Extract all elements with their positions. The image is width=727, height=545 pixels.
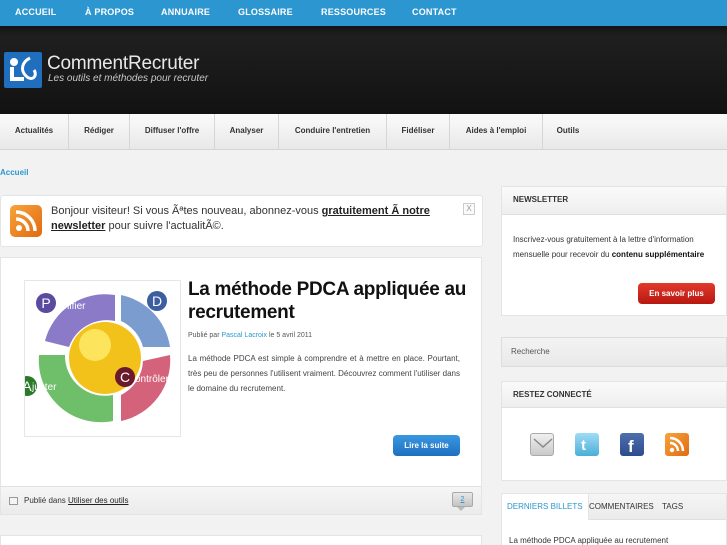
pdca-word-planifier: lanifier	[56, 301, 86, 312]
article-meta: Publié par Pascal Lacroix le 5 avril 201…	[188, 332, 312, 339]
welcome-text-after: pour suivre l'actualitÃ©.	[105, 220, 224, 232]
site-tagline: Les outils et méthodes pour recruter	[48, 73, 209, 84]
top-nav: ACCUEIL À PROPOS ANNUAIRE GLOSSAIRE RESS…	[0, 0, 727, 26]
subnav-conduire[interactable]: Conduire l'entretien	[279, 114, 386, 150]
email-icon[interactable]	[530, 433, 554, 456]
rss-icon[interactable]	[10, 205, 42, 237]
comment-bubble-tail	[457, 507, 465, 511]
comment-count-icon[interactable]: 2	[452, 492, 473, 507]
meta-date: le 5 avril 2011	[267, 332, 313, 339]
article-excerpt: La méthode PDCA est simple à comprendre …	[188, 354, 460, 393]
article-thumbnail[interactable]: P lanifier D évelopper C ontrôler A just…	[24, 280, 181, 437]
en-savoir-plus-button[interactable]: En savoir plus	[638, 283, 715, 304]
article-footer: Publié dans Utiliser des outils 2	[1, 486, 481, 514]
tab-commentaires[interactable]: COMMENTAIRES	[589, 494, 654, 520]
site-title[interactable]: CommentRecruter	[47, 53, 199, 75]
subnav-analyser[interactable]: Analyser	[215, 114, 278, 150]
latest-post-link[interactable]: La méthode PDCA appliquée au recrutement	[509, 536, 668, 545]
twitter-icon[interactable]: t	[575, 433, 599, 456]
topnav-contact[interactable]: CONTACT	[412, 0, 457, 26]
facebook-icon[interactable]: f	[620, 433, 644, 456]
welcome-box: Bonjour visiteur! Si vous Ãªtes nouveau,…	[0, 195, 483, 247]
connect-widget: RESTEZ CONNECTÉ t f	[501, 381, 727, 481]
newsletter-title: NEWSLETTER	[513, 195, 569, 204]
close-button[interactable]: X	[463, 203, 475, 215]
category-nav: Actualités Rédiger Diffuser l'offre Anal…	[0, 114, 727, 150]
topnav-ressources[interactable]: RESSOURCES	[321, 0, 386, 26]
subnav-outils[interactable]: Outils	[543, 114, 593, 150]
folder-icon	[9, 497, 18, 505]
read-more-button[interactable]: Lire la suite	[393, 435, 460, 456]
site-header: CommentRecruter Les outils et méthodes p…	[0, 26, 727, 114]
welcome-message: Bonjour visiteur! Si vous Ãªtes nouveau,…	[51, 204, 456, 234]
tab-derniers-billets[interactable]: DERNIERS BILLETS	[502, 494, 589, 520]
posts-tabs-widget: DERNIERS BILLETS COMMENTAIRES TAGS La mé…	[501, 493, 727, 545]
connect-title: RESTEZ CONNECTÉ	[513, 390, 592, 399]
pdca-letter-c: C	[115, 367, 135, 387]
subnav-actualites[interactable]: Actualités	[0, 114, 68, 150]
pdca-word-developper: évelopper	[167, 299, 180, 310]
category-prefix: Publié dans	[24, 496, 69, 505]
pdca-letter-p: P	[36, 293, 56, 313]
search-placeholder: Recherche	[511, 347, 550, 356]
rss-icon[interactable]	[665, 433, 689, 456]
pdca-word-controler: ontrôler	[135, 374, 169, 385]
newsletter-text: Inscrivez-vous gratuitement à la lettre …	[513, 232, 719, 262]
topnav-annuaire[interactable]: ANNUAIRE	[161, 0, 210, 26]
next-article-card	[0, 535, 482, 545]
subnav-fideliser[interactable]: Fidéliser	[387, 114, 449, 150]
logo-icon[interactable]	[4, 52, 42, 88]
topnav-glossaire[interactable]: GLOSSAIRE	[238, 0, 293, 26]
author-link[interactable]: Pascal Lacroix	[221, 332, 267, 339]
article-title[interactable]: La méthode PDCA appliquée au recrutement	[188, 278, 478, 324]
topnav-accueil[interactable]: ACCUEIL	[15, 0, 56, 26]
breadcrumb[interactable]: Accueil	[0, 168, 28, 177]
subnav-diffuser[interactable]: Diffuser l'offre	[130, 114, 214, 150]
newsletter-bold: contenu supplémentaire	[611, 250, 705, 259]
tab-tags[interactable]: TAGS	[662, 494, 683, 520]
meta-prefix: Publié par	[188, 332, 222, 339]
pdca-letter-d: D	[147, 291, 167, 311]
search-input[interactable]: Recherche	[501, 337, 727, 367]
newsletter-widget: NEWSLETTER Inscrivez-vous gratuitement à…	[501, 186, 727, 316]
svg-text:t: t	[581, 437, 586, 454]
topnav-a-propos[interactable]: À PROPOS	[85, 0, 134, 26]
pdca-word-ajuster: juster	[32, 382, 57, 393]
category-link[interactable]: Utiliser des outils	[68, 496, 128, 505]
article-card: P lanifier D évelopper C ontrôler A just…	[0, 257, 482, 515]
article-category: Publié dans Utiliser des outils	[24, 496, 129, 505]
subnav-rediger[interactable]: Rédiger	[69, 114, 129, 150]
welcome-text-before: Bonjour visiteur! Si vous Ãªtes nouveau,…	[51, 205, 322, 217]
subnav-aides[interactable]: Aides à l'emploi	[450, 114, 542, 150]
svg-text:f: f	[628, 437, 634, 456]
